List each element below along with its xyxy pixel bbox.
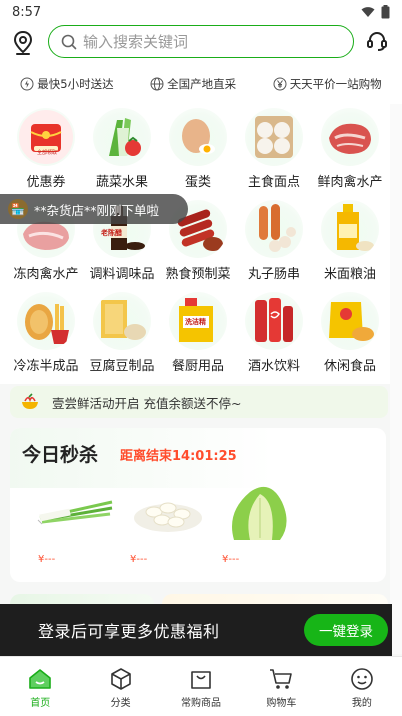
flash-sale-title: 今日秒杀 <box>22 444 99 466</box>
tofu-icon <box>93 292 151 350</box>
search-input[interactable]: 输入搜索关键词 <box>48 25 354 58</box>
detergent-badge: 洗洁精 <box>185 318 206 326</box>
login-banner-text: 登录后可享更多优惠福利 <box>38 622 220 641</box>
tab-frequent[interactable]: 常购商品 <box>161 657 241 716</box>
flash-sale-countdown: 距离结束14:01:25 <box>120 449 237 464</box>
status-time: 8:57 <box>12 4 42 20</box>
toast-text: **杂货店**刚刚下单啦 <box>34 202 160 218</box>
category-vegetable-fruit[interactable]: 蔬菜水果 <box>84 108 160 190</box>
promo-notice[interactable]: 壹尝鲜活动开启 充值余额送不停~ <box>10 386 388 418</box>
coupon-badge: 全部领取 <box>37 150 58 156</box>
tab-category[interactable]: 分类 <box>80 657 160 716</box>
meatball-icon <box>245 200 303 258</box>
login-banner: 登录后可享更多优惠福利 一键登录 <box>0 604 392 656</box>
yen-icon <box>273 77 287 91</box>
promise-direct-sourcing: 全国产地直采 <box>150 76 236 92</box>
fries-icon <box>17 292 75 350</box>
egg-icon <box>169 108 227 166</box>
home-page: 8:57 输入搜索关键词 最快5小时送达 全国产地直采 天天平价一站购物 全部领… <box>0 0 402 716</box>
sauce-badge: 老陈醋 <box>101 229 122 237</box>
flash-price-3: ¥--- <box>222 554 240 565</box>
category-drinks[interactable]: 酒水饮料 <box>236 292 312 374</box>
status-icons <box>361 5 390 19</box>
category-meatball[interactable]: 丸子肠串 <box>236 200 312 282</box>
category-cube-icon <box>110 668 131 690</box>
flash-price-2: ¥--- <box>130 554 148 565</box>
category-coupon[interactable]: 全部领取 优惠券 <box>8 108 84 190</box>
scallion-icon <box>36 472 116 548</box>
drink-icon <box>245 292 303 350</box>
wifi-icon <box>361 7 375 17</box>
bun-icon <box>245 108 303 166</box>
lightning-icon <box>20 77 34 91</box>
location-pin-icon[interactable] <box>12 30 34 56</box>
scrollbar[interactable] <box>390 104 402 654</box>
category-staple[interactable]: 主食面点 <box>236 108 312 190</box>
category-grid: 全部领取 优惠券 蔬菜水果 蛋类 主食面点 鲜肉禽水产 冻肉禽水产 老陈醋 调料… <box>0 104 390 384</box>
cabbage-icon <box>220 472 300 548</box>
meat-icon <box>321 108 379 166</box>
category-snacks[interactable]: 休闲食品 <box>312 292 388 374</box>
snack-icon <box>321 292 379 350</box>
flash-item-2[interactable] <box>128 472 208 548</box>
search-placeholder: 输入搜索关键词 <box>83 33 189 51</box>
coupon-icon: 全部领取 <box>17 108 75 166</box>
promise-fair-price: 天天平价一站购物 <box>273 76 382 92</box>
category-eggs[interactable]: 蛋类 <box>160 108 236 190</box>
cart-icon <box>270 669 293 689</box>
one-click-login-button[interactable]: 一键登录 <box>304 614 388 646</box>
order-toast: 🏪 **杂货店**刚刚下单啦 <box>0 194 188 224</box>
bottom-tab-bar: 首页 分类 常购商品 购物车 我的 <box>0 656 402 716</box>
tab-home[interactable]: 首页 <box>0 657 80 716</box>
flash-price-1: ¥--- <box>38 554 56 565</box>
promise-fast-delivery: 最快5小时送达 <box>20 76 114 92</box>
bag-icon <box>191 671 211 689</box>
promo-bowl-icon <box>22 393 38 409</box>
flash-sale-card: 今日秒杀 距离结束14:01:25 ¥--- ¥--- ¥--- <box>10 428 386 582</box>
category-fresh-meat[interactable]: 鲜肉禽水产 <box>312 108 388 190</box>
garlic-icon <box>128 472 208 548</box>
promo-notice-text: 壹尝鲜活动开启 充值余额送不停~ <box>52 395 242 411</box>
smile-icon <box>351 668 373 690</box>
tab-cart[interactable]: 购物车 <box>241 657 321 716</box>
battery-icon <box>381 5 390 19</box>
category-kitchenware[interactable]: 洗洁精 餐厨用品 <box>160 292 236 374</box>
category-frozen-semi[interactable]: 冷冻半成品 <box>8 292 84 374</box>
header: 输入搜索关键词 <box>0 24 402 64</box>
service-promises: 最快5小时送达 全国产地直采 天天平价一站购物 <box>0 64 402 104</box>
home-icon <box>29 669 52 689</box>
tab-mine[interactable]: 我的 <box>322 657 402 716</box>
category-rice-oil[interactable]: 米面粮油 <box>312 200 388 282</box>
globe-icon <box>150 77 164 91</box>
status-bar: 8:57 <box>0 0 402 24</box>
flash-item-3[interactable] <box>220 472 300 548</box>
search-icon <box>61 34 77 49</box>
category-tofu[interactable]: 豆腐豆制品 <box>84 292 160 374</box>
flash-item-1[interactable] <box>36 472 116 548</box>
detergent-icon: 洗洁精 <box>169 292 227 350</box>
vegetable-icon <box>93 108 151 166</box>
customer-service-icon[interactable] <box>366 30 388 52</box>
oil-icon <box>321 200 379 258</box>
shop-avatar-icon: 🏪 <box>8 199 28 219</box>
